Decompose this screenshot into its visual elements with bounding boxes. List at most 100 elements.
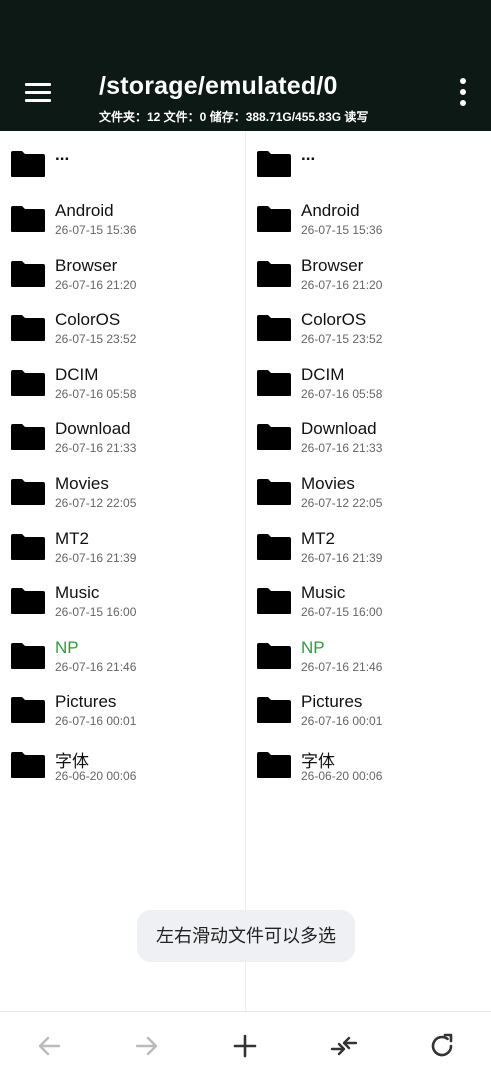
folder-date: 26-07-16 05:58 (301, 386, 383, 401)
parent-directory-row[interactable]: ... (246, 137, 491, 191)
folder-icon (11, 479, 45, 505)
current-path: /storage/emulated/0 (99, 72, 338, 100)
folder-icon (257, 697, 291, 724)
left-file-pane[interactable]: ... Android 26-07-15 15:36 Browser 26-07-16 … (0, 131, 245, 1011)
add-button[interactable] (229, 1030, 261, 1062)
folder-name: MT2 (55, 528, 89, 548)
folder-row[interactable]: Movies 26-07-12 22:05 (0, 464, 245, 518)
folder-icon (11, 642, 45, 669)
menu-button[interactable] (22, 80, 54, 104)
folder-name: Movies (55, 474, 109, 493)
forward-button[interactable] (131, 1030, 163, 1062)
folder-date: 26-07-12 22:05 (55, 496, 137, 510)
swap-panes-icon (330, 1036, 358, 1056)
folder-row[interactable]: Browser 26-07-16 21:20 (0, 246, 245, 300)
folder-date: 26-07-16 21:46 (55, 659, 137, 674)
refresh-icon (431, 1033, 453, 1057)
folder-icon (11, 588, 45, 615)
folder-date: 26-07-15 15:36 (301, 223, 383, 237)
folder-date: 26-07-15 16:00 (301, 605, 383, 620)
menu-icon (25, 83, 51, 86)
folder-icon (11, 315, 45, 342)
folder-row[interactable]: NP 26-07-16 21:46 (246, 628, 491, 682)
folder-icon (11, 424, 45, 451)
folder-date: 26-07-16 21:20 (301, 277, 383, 292)
folder-date: 26-07-16 00:01 (301, 714, 383, 729)
folder-row[interactable]: NP 26-07-16 21:46 (0, 628, 245, 682)
folder-row[interactable]: Download 26-07-16 21:33 (0, 409, 245, 463)
folder-name: Browser (301, 255, 364, 275)
folder-icon (257, 260, 291, 287)
folder-row[interactable]: Android 26-07-15 15:36 (0, 191, 245, 245)
app-header: /storage/emulated/0 文件夹：12 文件：0 储存：388.7… (0, 0, 491, 131)
more-options-button[interactable] (452, 76, 474, 110)
folder-row[interactable]: ColorOS 26-07-15 23:52 (0, 300, 245, 354)
parent-directory-row[interactable]: ... (0, 137, 245, 191)
folder-icon (11, 697, 45, 724)
arrow-left-icon (38, 1036, 61, 1056)
folder-row[interactable]: 字体 26-06-20 00:06 (246, 737, 491, 791)
bottom-toolbar (0, 1011, 491, 1080)
folder-icon (11, 533, 45, 560)
folder-date: 26-06-20 00:06 (301, 769, 383, 783)
folder-row[interactable]: Browser 26-07-16 21:20 (246, 246, 491, 300)
back-button[interactable] (33, 1030, 65, 1062)
folder-row[interactable]: 字体 26-06-20 00:06 (0, 737, 245, 791)
folder-name: Music (301, 583, 346, 603)
folder-row[interactable]: Movies 26-07-12 22:05 (246, 464, 491, 518)
folder-name: Browser (55, 255, 118, 275)
parent-directory-label: ... (55, 145, 70, 164)
folder-date: 26-07-16 00:01 (55, 714, 137, 729)
folder-date: 26-07-16 21:46 (301, 659, 383, 674)
swap-panes-button[interactable] (328, 1030, 360, 1062)
folder-icon (257, 752, 291, 778)
folder-date: 26-07-15 16:00 (55, 605, 137, 620)
folder-icon (257, 315, 291, 342)
folder-icon (11, 260, 45, 287)
folder-row[interactable]: Android 26-07-15 15:36 (246, 191, 491, 245)
folder-icon (257, 151, 291, 177)
folder-icon (257, 206, 291, 232)
folder-icon (257, 533, 291, 560)
right-file-pane[interactable]: ... Android 26-07-15 15:36 Browser 26-07-16 … (246, 131, 491, 1011)
folder-icon (11, 369, 45, 396)
arrow-right-icon (135, 1036, 158, 1056)
folder-date: 26-06-20 00:06 (55, 769, 137, 783)
file-manager-screen: /storage/emulated/0 文件夹：12 文件：0 储存：388.7… (0, 0, 491, 1080)
folder-date: 26-07-15 23:52 (301, 332, 383, 347)
folder-icon (257, 588, 291, 615)
folder-row[interactable]: MT2 26-07-16 21:39 (0, 519, 245, 573)
folder-row[interactable]: Pictures 26-07-16 00:01 (246, 682, 491, 736)
folder-name: Pictures (301, 692, 363, 712)
storage-info: 文件夹：12 文件：0 储存：388.71G/455.83G 读写 (99, 110, 369, 124)
folder-row[interactable]: Music 26-07-15 16:00 (246, 573, 491, 627)
folder-name: Download (55, 419, 131, 439)
folder-name: Android (301, 201, 360, 220)
folder-icon (11, 206, 45, 232)
folder-name: DCIM (55, 364, 99, 384)
folder-date: 26-07-16 21:39 (301, 550, 383, 565)
folder-row[interactable]: Music 26-07-15 16:00 (0, 573, 245, 627)
folder-name: ColorOS (301, 310, 367, 330)
folder-name: Pictures (55, 692, 117, 712)
folder-icon (257, 642, 291, 669)
folder-date: 26-07-16 21:39 (55, 550, 137, 565)
folder-icon (257, 424, 291, 451)
folder-icon (257, 479, 291, 505)
folder-row[interactable]: MT2 26-07-16 21:39 (246, 519, 491, 573)
folder-name: ColorOS (55, 310, 121, 330)
folder-icon (257, 369, 291, 396)
folder-row[interactable]: Download 26-07-16 21:33 (246, 409, 491, 463)
folder-row[interactable]: DCIM 26-07-16 05:58 (0, 355, 245, 409)
folder-name: NP (301, 637, 325, 657)
folder-row[interactable]: ColorOS 26-07-15 23:52 (246, 300, 491, 354)
parent-directory-label: ... (301, 145, 316, 164)
folder-date: 26-07-15 15:36 (55, 223, 137, 237)
folder-date: 26-07-16 21:33 (55, 441, 137, 456)
folder-date: 26-07-12 22:05 (301, 496, 383, 510)
refresh-button[interactable] (426, 1030, 458, 1062)
plus-icon (233, 1034, 257, 1058)
folder-row[interactable]: DCIM 26-07-16 05:58 (246, 355, 491, 409)
folder-icon (11, 752, 45, 778)
folder-row[interactable]: Pictures 26-07-16 00:01 (0, 682, 245, 736)
